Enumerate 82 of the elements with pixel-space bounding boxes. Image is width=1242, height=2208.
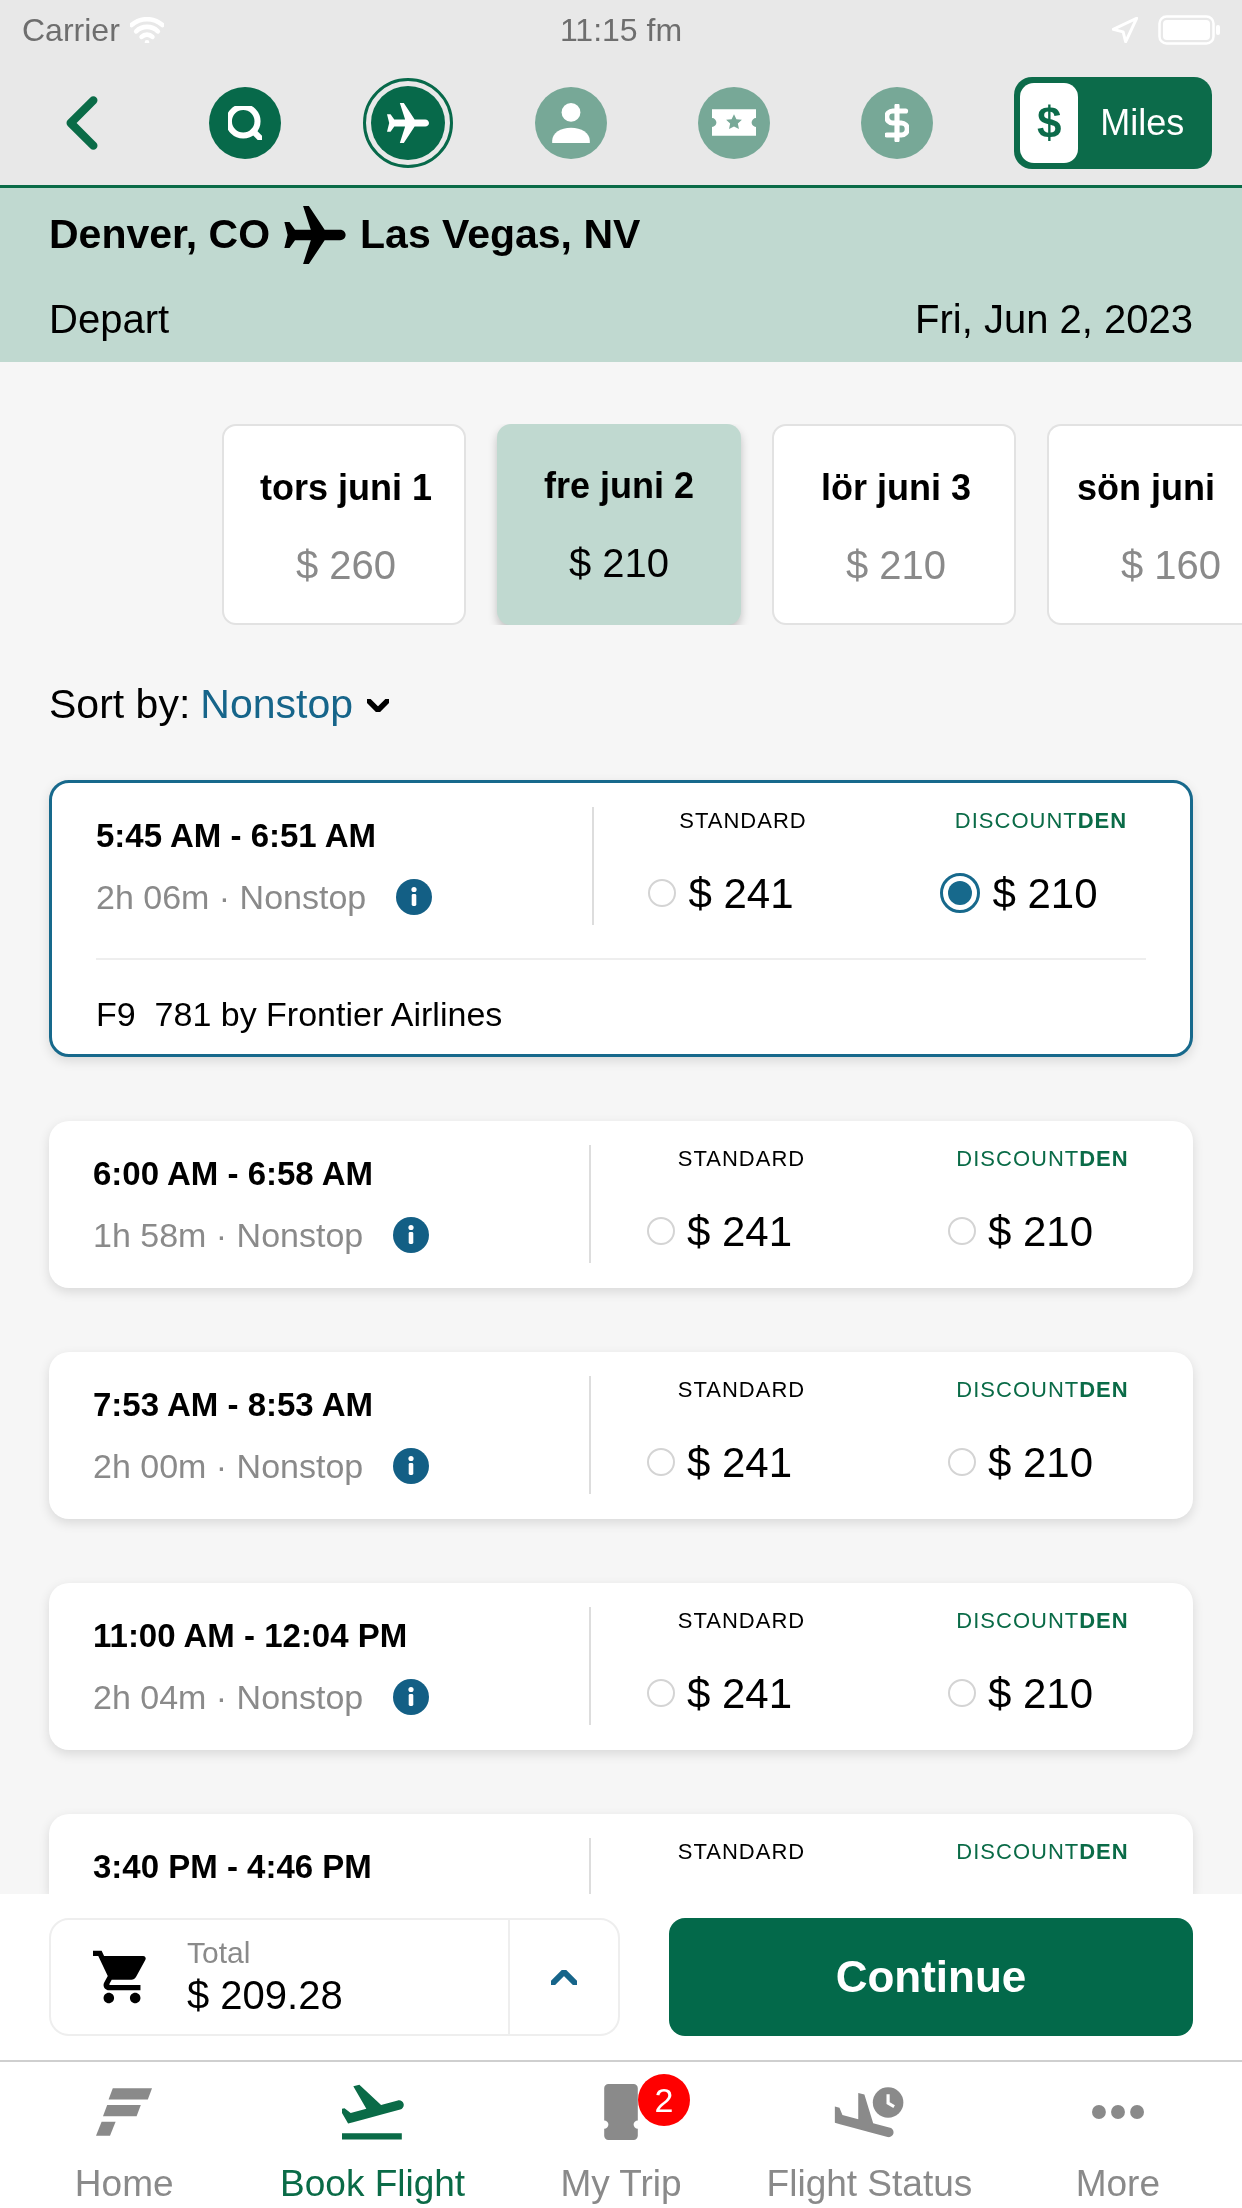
stripes-logo-icon [96, 2088, 153, 2136]
ticket-star-icon [711, 109, 756, 136]
date-option[interactable]: tors juni 1 $ 260 [222, 424, 466, 625]
flight-card[interactable]: 7:53 AM - 8:53 AM 2h 00m · Nonstop STANDARD $ 241 DISCOUNTDEN $ 210 [49, 1352, 1193, 1519]
fare-label: DISCOUNTDEN [954, 809, 1128, 833]
fare-label: DISCOUNTDEN [956, 1378, 1129, 1402]
fare-label: DISCOUNTDEN [956, 1609, 1129, 1633]
carrier-name: Carrier [22, 11, 120, 50]
fare-price: $ 210 [992, 868, 1098, 919]
flight-duration: 2h 04m · Nonstop [93, 1676, 364, 1718]
day-label: lör juni 3 [821, 466, 971, 510]
day-price: $ 210 [568, 541, 670, 585]
radio-button[interactable] [940, 873, 981, 913]
fare-label: STANDARD [677, 1840, 806, 1864]
chevron-down-icon [367, 698, 389, 712]
dollar-icon [884, 103, 909, 142]
flight-times: 7:53 AM - 8:53 AM [93, 1385, 373, 1425]
sort-dropdown[interactable]: Nonstop [200, 674, 389, 736]
flight-duration: 2h 06m · Nonstop [96, 876, 367, 918]
day-price: $ 210 [845, 543, 947, 587]
flight-number: F9 781 by Frontier Airlines [96, 993, 503, 1035]
toggle-option[interactable]: Miles [1078, 82, 1206, 163]
fare-label: DISCOUNTDEN [956, 1840, 1129, 1864]
plane-clock-icon [834, 2086, 905, 2138]
flight-card[interactable]: 11:00 AM - 12:04 PM 2h 04m · Nonstop STANDARD $ 241 DISCOUNTDEN $ 210 [49, 1583, 1193, 1750]
flight-times: 3:40 PM - 4:46 PM [93, 1847, 372, 1887]
flight-card[interactable]: 6:00 AM - 6:58 AM 1h 58m · Nonstop STANDARD $ 241 DISCOUNTDEN $ 210 [49, 1121, 1193, 1288]
day-label: fre juni 2 [544, 464, 694, 508]
fare-price: $ 241 [688, 868, 794, 919]
plane-takeoff-icon [341, 2084, 404, 2140]
total-amount: $ 209.28 [187, 1972, 343, 2019]
flight-duration: 2h 00m · Nonstop [93, 1445, 364, 1487]
flight-card[interactable]: 3:40 PM - 4:46 PM STANDARD DISCOUNTDEN [49, 1814, 1193, 1894]
origin-city: Denver, CO [49, 210, 271, 260]
chevron-left-icon [64, 95, 99, 150]
fare-label: DISCOUNTDEN [956, 1147, 1129, 1171]
notification-badge: 2 [638, 2074, 690, 2126]
date-option[interactable]: sön juni $ 160 [1047, 424, 1242, 625]
info-icon[interactable] [396, 879, 433, 915]
plane-button[interactable] [362, 77, 453, 168]
date-option[interactable]: lör juni 3 $ 210 [772, 424, 1016, 625]
fare-price: $ 241 [686, 1668, 793, 1719]
fare-price: $ 210 [987, 1668, 1094, 1719]
flight-card[interactable]: 5:45 AM - 6:51 AM 2h 06m · Nonstop STANDARD $ 241 DISCOUNTDEN $ 210 F9 781 by Frontier Airlines [49, 780, 1193, 1057]
direction-label: Depart [49, 296, 170, 343]
day-label: sön juni [1076, 466, 1215, 510]
destination-city: Las Vegas, NV [360, 210, 641, 260]
day-label: tors juni 1 [260, 466, 432, 510]
continue-button[interactable]: Continue [669, 1918, 1193, 2036]
day-price: $ 260 [295, 543, 397, 587]
fare-price: $ 210 [987, 1206, 1094, 1257]
info-icon[interactable] [393, 1679, 430, 1715]
date-option[interactable]: fre juni 2 $ 210 [497, 424, 741, 625]
departure-date: Fri, Jun 2, 2023 [915, 296, 1193, 343]
plane-icon [284, 206, 347, 264]
search-icon [227, 105, 262, 140]
ticket-icon [604, 2084, 638, 2140]
fare-price: $ 241 [686, 1437, 793, 1488]
info-icon[interactable] [393, 1217, 430, 1253]
fare-price: $ 210 [987, 1437, 1094, 1488]
flight-times: 6:00 AM - 6:58 AM [93, 1154, 373, 1194]
info-icon[interactable] [393, 1448, 430, 1484]
clock-time: 11:15 fm [559, 11, 683, 50]
flight-times: 5:45 AM - 6:51 AM [96, 816, 376, 856]
fare-label: STANDARD [677, 1378, 806, 1402]
toggle-option[interactable]: $ [1020, 82, 1079, 163]
tab-item[interactable]: 2 My Trip [496, 2062, 746, 2208]
flight-duration: 1h 58m · Nonstop [93, 1214, 364, 1256]
back-button[interactable] [64, 95, 99, 150]
fare-label: STANDARD [677, 1609, 806, 1633]
fare-label: STANDARD [677, 1147, 806, 1171]
fare-price: $ 241 [686, 1206, 793, 1257]
person-icon [551, 102, 590, 143]
more-icon [1091, 2105, 1144, 2119]
chevron-up-icon [551, 1969, 577, 1985]
sort-label: Sort by: [49, 680, 191, 730]
tab-item[interactable]: Book Flight [248, 2062, 497, 2208]
plane-icon [386, 102, 429, 143]
fare-label: STANDARD [679, 809, 807, 833]
day-price: $ 160 [1120, 543, 1222, 587]
total-label: Total [187, 1935, 252, 1971]
flight-times: 11:00 AM - 12:04 PM [93, 1616, 408, 1656]
